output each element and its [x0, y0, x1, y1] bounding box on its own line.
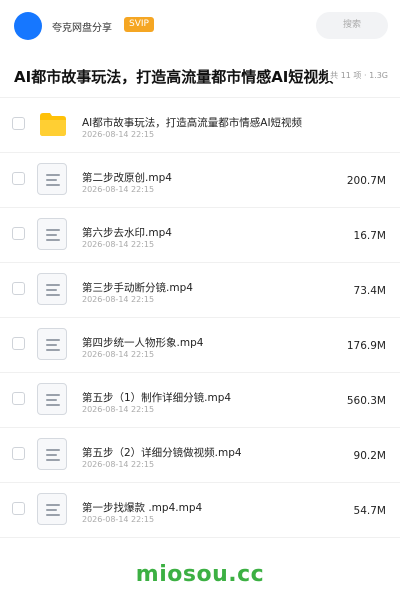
file-size: 560.3M	[346, 395, 386, 407]
list-item[interactable]: AI都市故事玩法，打造高流量都市情感AI短视频 2026-08-14 22:15	[0, 97, 400, 153]
file-icon	[37, 383, 69, 415]
file-name: 第一步找爆款 .mp4.mp4	[82, 502, 203, 514]
file-size: 90.2M	[353, 450, 386, 462]
app-name: 夸克网盘分享	[52, 23, 112, 34]
file-name: 第四步统一人物形象.mp4	[82, 337, 204, 349]
file-date: 2026-08-14 22:15	[82, 350, 155, 359]
list-item[interactable]: 第一步找爆款 .mp4.mp4 2026-08-14 22:15 54.7M	[0, 483, 400, 538]
search-input[interactable]: 搜索	[316, 12, 388, 39]
list-item[interactable]: 第三步手动断分镜.mp4 2026-08-14 22:15 73.4M	[0, 263, 400, 318]
list-item[interactable]: 第五步（1）制作详细分镜.mp4 2026-08-14 22:15 560.3M	[0, 373, 400, 428]
folder-meta: 共 11 项 · 1.3G	[328, 70, 388, 81]
top-bar: 夸克网盘分享 SVIP 搜索	[0, 0, 400, 52]
file-name: AI都市故事玩法，打造高流量都市情感AI短视频	[82, 117, 303, 129]
file-list: AI都市故事玩法，打造高流量都市情感AI短视频 2026-08-14 22:15…	[0, 97, 400, 538]
file-date: 2026-08-14 22:15	[82, 460, 155, 469]
list-item[interactable]: 第六步去水印.mp4 2026-08-14 22:15 16.7M	[0, 208, 400, 263]
file-date: 2026-08-14 22:15	[82, 240, 155, 249]
svip-badge: SVIP	[124, 17, 154, 32]
list-item[interactable]: 第五步（2）详细分镜做视频.mp4 2026-08-14 22:15 90.2M	[0, 428, 400, 483]
file-date: 2026-08-14 22:15	[82, 130, 155, 139]
select-checkbox[interactable]	[12, 172, 25, 185]
file-icon	[37, 328, 69, 360]
select-checkbox[interactable]	[12, 227, 25, 240]
file-name: 第二步改原创.mp4	[82, 172, 172, 184]
list-item[interactable]: 第四步统一人物形象.mp4 2026-08-14 22:15 176.9M	[0, 318, 400, 373]
file-name: 第五步（1）制作详细分镜.mp4	[82, 392, 232, 404]
file-icon	[37, 273, 69, 305]
file-icon	[37, 438, 69, 470]
select-checkbox[interactable]	[12, 337, 25, 350]
select-checkbox[interactable]	[12, 392, 25, 405]
select-checkbox[interactable]	[12, 447, 25, 460]
file-icon	[37, 163, 69, 195]
file-date: 2026-08-14 22:15	[82, 405, 155, 414]
page-title: AI都市故事玩法，打造高流量都市情感AI短视频	[14, 68, 334, 86]
file-icon	[37, 218, 69, 250]
file-icon	[37, 493, 69, 525]
select-checkbox[interactable]	[12, 117, 25, 130]
folder-icon	[37, 108, 69, 140]
file-name: 第五步（2）详细分镜做视频.mp4	[82, 447, 242, 459]
file-size: 73.4M	[353, 285, 386, 297]
file-size: 16.7M	[353, 230, 386, 242]
folder-header: AI都市故事玩法，打造高流量都市情感AI短视频 共 11 项 · 1.3G	[0, 52, 400, 97]
list-item[interactable]: 第二步改原创.mp4 2026-08-14 22:15 200.7M	[0, 153, 400, 208]
file-name: 第六步去水印.mp4	[82, 227, 172, 239]
file-size: 176.9M	[346, 340, 386, 352]
file-size: 54.7M	[353, 505, 386, 517]
select-checkbox[interactable]	[12, 282, 25, 295]
file-date: 2026-08-14 22:15	[82, 185, 155, 194]
file-size: 200.7M	[346, 175, 386, 187]
avatar[interactable]	[14, 12, 42, 40]
file-date: 2026-08-14 22:15	[82, 515, 155, 524]
file-name: 第三步手动断分镜.mp4	[82, 282, 193, 294]
watermark: miosou.cc	[135, 562, 265, 587]
select-checkbox[interactable]	[12, 502, 25, 515]
file-date: 2026-08-14 22:15	[82, 295, 155, 304]
